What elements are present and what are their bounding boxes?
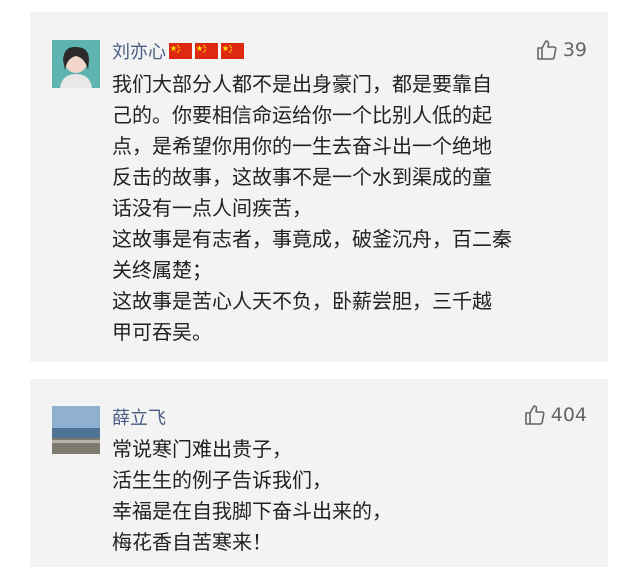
comment-header: 刘亦心 xyxy=(112,38,247,64)
thumbs-up-icon xyxy=(524,405,545,425)
comment-header: 薛立飞 xyxy=(112,404,166,430)
avatar[interactable] xyxy=(52,40,100,88)
text-line: 幸福是在自我脚下奋斗出来的， xyxy=(112,499,392,523)
china-flag-icon xyxy=(221,43,244,59)
text-line: 活生生的例子告诉我们， xyxy=(112,468,332,492)
comment-card: 刘亦心 39 我们大部分人都不是出身豪门，都是要靠自 己的。你要相信命运给你一个… xyxy=(30,12,608,362)
text-line: 甲可吞吴。 xyxy=(112,320,212,344)
username[interactable]: 刘亦心 xyxy=(112,38,166,64)
text-line: 这故事是有志者，事竟成，破釜沉舟，百二秦 xyxy=(112,227,512,251)
text-line: 反击的故事，这故事不是一个水到渠成的童 xyxy=(112,165,492,189)
text-line: 关终属楚； xyxy=(112,258,212,282)
comment-card: 薛立飞 404 常说寒门难出贵子， 活生生的例子告诉我们， 幸福是在自我脚下奋斗… xyxy=(30,379,608,567)
text-line: 常说寒门难出贵子， xyxy=(112,437,292,461)
text-line: 梅花香自苦寒来！ xyxy=(112,530,272,554)
text-line: 我们大部分人都不是出身豪门，都是要靠自 xyxy=(112,72,492,96)
like-button[interactable]: 39 xyxy=(535,38,587,62)
text-line: 话没有一点人间疾苦， xyxy=(112,196,312,220)
comment-text: 我们大部分人都不是出身豪门，都是要靠自 己的。你要相信命运给你一个比别人低的起 … xyxy=(112,69,598,348)
username[interactable]: 薛立飞 xyxy=(112,404,166,430)
like-button[interactable]: 404 xyxy=(523,403,587,427)
comment-text: 常说寒门难出贵子， 活生生的例子告诉我们， 幸福是在自我脚下奋斗出来的， 梅花香… xyxy=(112,434,598,558)
text-line: 点，是希望你用你的一生去奋斗出一个绝地 xyxy=(112,134,492,158)
like-count: 39 xyxy=(562,39,587,61)
china-flag-icon xyxy=(169,43,192,59)
text-line: 这故事是苦心人天不负，卧薪尝胆，三千越 xyxy=(112,289,492,313)
like-count: 404 xyxy=(550,404,587,426)
text-line: 己的。你要相信命运给你一个比别人低的起 xyxy=(112,103,492,127)
china-flag-icon xyxy=(195,43,218,59)
avatar[interactable] xyxy=(52,406,100,454)
flag-badges xyxy=(169,43,247,59)
thumbs-up-icon xyxy=(537,40,557,60)
